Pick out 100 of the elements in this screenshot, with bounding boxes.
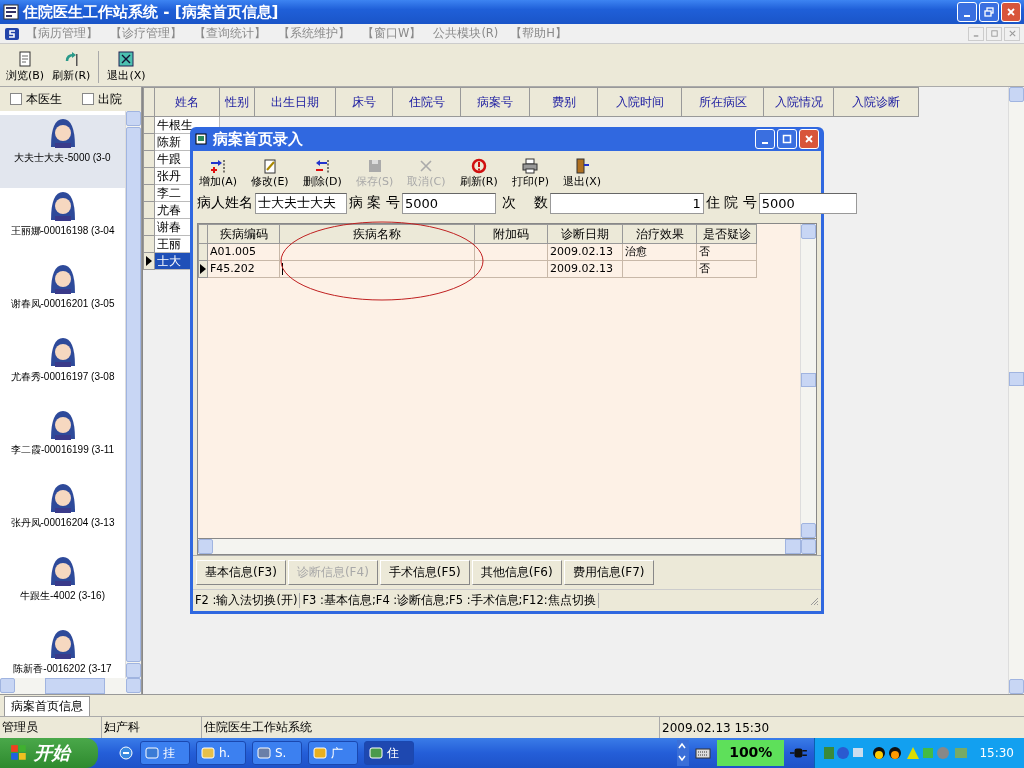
- patient-item[interactable]: 张丹凤-00016204 (3-13: [0, 480, 125, 553]
- scroll-arrows[interactable]: [677, 740, 690, 766]
- cancel-icon: [418, 158, 435, 174]
- clock: 15:30: [979, 746, 1014, 760]
- toolbar-button[interactable]: 退出(X): [98, 51, 150, 83]
- window-title: 住院医生工作站系统 - [病案首页信息]: [23, 2, 280, 22]
- filter-checkbox[interactable]: 本医生: [10, 90, 62, 108]
- tab-button[interactable]: 手术信息(F5): [379, 560, 470, 585]
- column-header[interactable]: 姓名: [155, 87, 220, 117]
- column-header[interactable]: 费别: [530, 87, 598, 117]
- window-icon: [313, 746, 327, 760]
- window-icon: [257, 746, 271, 760]
- keyboard-icon[interactable]: [695, 747, 712, 759]
- toolbar-button[interactable]: 刷新(R): [48, 51, 95, 83]
- window-icon: [201, 746, 215, 760]
- toolbar-button[interactable]: 修改(E): [247, 158, 293, 189]
- field-label: 次 数: [501, 194, 548, 212]
- column-header[interactable]: 附加码: [475, 224, 548, 244]
- maximize-icon: [782, 134, 792, 144]
- toolbar-button[interactable]: 退出(X): [559, 158, 606, 189]
- taskbar-button[interactable]: 住: [364, 741, 414, 765]
- table-cell: A01.005: [208, 244, 280, 261]
- restore-icon: [984, 7, 994, 17]
- browser-icon[interactable]: [118, 745, 134, 761]
- toolbar-button[interactable]: 刷新(R): [455, 158, 502, 189]
- input-field[interactable]: 士大夫士大夫: [255, 192, 347, 214]
- column-header[interactable]: 治疗效果: [623, 224, 697, 244]
- plug-icon[interactable]: [790, 746, 809, 760]
- patient-item[interactable]: 陈新香-0016202 (3-17: [0, 626, 125, 678]
- window-icon: [195, 133, 207, 145]
- status-text: F3 :基本信息;F4 :诊断信息;F5 :手术信息;F12:焦点切换: [300, 593, 599, 608]
- tab[interactable]: 病案首页信息: [4, 696, 90, 716]
- taskbar-button[interactable]: 广: [308, 741, 358, 765]
- edit-icon: [261, 158, 278, 174]
- toolbar-button[interactable]: 打印(P): [507, 158, 553, 189]
- scrollbar[interactable]: [0, 678, 141, 694]
- close-icon: [1007, 29, 1017, 38]
- column-header[interactable]: 病案号: [461, 87, 530, 117]
- table-cell: 否: [697, 244, 757, 261]
- maximize-button[interactable]: [777, 129, 797, 149]
- column-header[interactable]: 入院时间: [598, 87, 682, 117]
- save-icon: [366, 158, 383, 174]
- refresh-icon: [470, 158, 487, 174]
- patient-item[interactable]: 大夫士大夫-5000 (3-0: [0, 115, 125, 188]
- document-icon: [17, 51, 34, 67]
- delete-row-icon: [314, 158, 331, 174]
- tab-button[interactable]: 费用信息(F7): [563, 560, 654, 585]
- input-field[interactable]: 1: [549, 192, 704, 214]
- patient-item[interactable]: 谢春凤-00016201 (3-05: [0, 261, 125, 334]
- tab-button[interactable]: 基本信息(F3): [196, 560, 286, 585]
- column-header[interactable]: 疾病名称: [280, 224, 475, 244]
- column-header[interactable]: 出生日期: [255, 87, 336, 117]
- toolbar-button[interactable]: 浏览(B): [2, 51, 49, 83]
- tab-button[interactable]: 其他信息(F6): [471, 560, 562, 585]
- battery-level: 100%: [717, 740, 785, 766]
- taskbar-button[interactable]: 挂: [140, 741, 190, 765]
- app-icon: [3, 4, 19, 20]
- minimize-icon: [964, 15, 970, 17]
- status-text: 2009.02.13 15:30: [661, 719, 771, 737]
- close-button[interactable]: [1004, 26, 1020, 41]
- close-icon: [118, 51, 135, 67]
- column-header[interactable]: 床号: [336, 87, 393, 117]
- input-field[interactable]: 5000: [758, 192, 857, 214]
- patient-item[interactable]: 牛跟生-4002 (3-16): [0, 553, 125, 626]
- input-field[interactable]: 5000: [401, 192, 496, 214]
- filter-checkbox[interactable]: 出院: [82, 90, 122, 108]
- start-button[interactable]: 开始: [0, 738, 98, 768]
- close-icon: [1006, 7, 1016, 17]
- taskbar-button[interactable]: S.: [252, 741, 302, 765]
- column-header[interactable]: 入院情况: [764, 87, 834, 117]
- logo-icon: [4, 25, 20, 42]
- table-cell: 否: [697, 261, 757, 278]
- up-down-arrow-icon: [677, 740, 688, 764]
- column-header[interactable]: 入院诊断: [834, 87, 919, 117]
- column-header[interactable]: 性别: [220, 87, 255, 117]
- resize-grip-icon: [809, 595, 819, 606]
- column-header[interactable]: 诊断日期: [548, 224, 623, 244]
- patient-item[interactable]: 尤春秀-00016197 (3-08: [0, 334, 125, 407]
- restore-icon: [989, 29, 999, 38]
- windows-logo-icon: [10, 744, 28, 762]
- column-header[interactable]: 疾病编码: [208, 224, 280, 244]
- header-corner: [198, 224, 208, 244]
- table-cell: F45.202: [208, 261, 280, 278]
- scrollbar[interactable]: [197, 539, 817, 555]
- close-icon: [804, 134, 814, 144]
- toolbar-button[interactable]: 删除(D): [298, 158, 346, 189]
- column-header[interactable]: 是否疑诊: [697, 224, 757, 244]
- door-icon: [574, 158, 591, 174]
- field-label: 病 案 号: [349, 194, 400, 212]
- window-icon: [145, 746, 159, 760]
- table-cell: 2009.02.13: [548, 244, 623, 261]
- patient-item[interactable]: 王丽娜-00016198 (3-04: [0, 188, 125, 261]
- column-header[interactable]: 住院号: [393, 87, 461, 117]
- patient-item[interactable]: 李二霞-00016199 (3-11: [0, 407, 125, 480]
- taskbar-button[interactable]: h.: [196, 741, 246, 765]
- column-header[interactable]: 所在病区: [682, 87, 764, 117]
- table-cell: 2009.02.13: [548, 261, 623, 278]
- add-row-icon: [210, 158, 227, 174]
- table-cell: 治愈: [623, 244, 697, 261]
- status-text: F2 :输入法切换(开): [193, 593, 301, 608]
